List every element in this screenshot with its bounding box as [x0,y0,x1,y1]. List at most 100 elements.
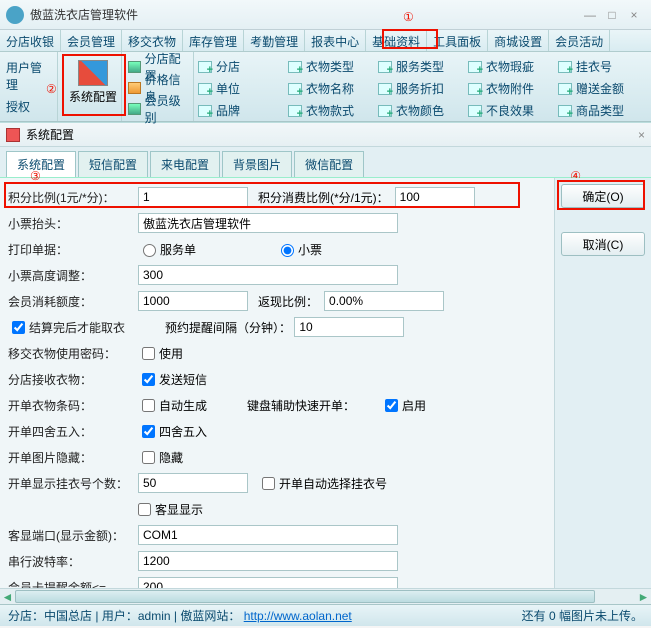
callout-2: ② [46,82,57,96]
menu-bar: 分店收银 会员管理 移交衣物 库存管理 考勤管理 报表中心 基础资料 工具面板 … [0,30,651,52]
tab-wechat-config[interactable]: 微信配置 [294,151,364,177]
menu-item[interactable]: 库存管理 [183,30,244,51]
config-icon [128,61,141,73]
ribbon-grid-item[interactable]: 品牌 [198,100,286,121]
barcode-checkbox[interactable] [142,399,155,412]
cardremind-label: 会员卡提醒余额<= [8,579,138,589]
baud-input[interactable] [138,551,398,571]
grid-icon [288,105,302,117]
settle-checkbox[interactable] [12,321,25,334]
print-radio-service[interactable] [143,244,156,257]
points-ratio-label: 积分比例(1元/*分)： [8,189,138,206]
tab-bg-image[interactable]: 背景图片 [222,151,292,177]
ribbon-grid-item[interactable]: 服务类型 [378,56,466,77]
grid-icon [468,105,482,117]
ribbon-side-label[interactable]: 用户管理 [6,59,51,93]
ribbon-grid-item[interactable]: 不良效果 [468,100,556,121]
status-site-label: 傲蓝网站： [180,607,240,624]
cancel-button[interactable]: 取消(C) [561,232,645,256]
ribbon-list: 分店配置 价格信息 会员级别 [122,52,194,121]
bigbtn-label: 系统配置 [69,88,117,105]
child-close-button[interactable]: × [638,128,645,142]
menu-item[interactable]: 工具面板 [427,30,488,51]
maximize-button[interactable]: □ [601,8,623,22]
cardremind-input[interactable] [138,577,398,588]
roshow-checkbox[interactable] [138,503,151,516]
status-branch: 中国总店 [44,607,92,624]
scroll-thumb[interactable] [15,590,595,603]
ribbon-side-label[interactable]: 授权 [6,98,51,115]
hangcount-input[interactable] [138,473,248,493]
ribbon-grid-item[interactable]: 衣物名称 [288,78,376,99]
ribbon-list-item[interactable]: 会员级别 [128,98,187,119]
ribbon-grid-item[interactable]: 商品类型 [558,100,646,121]
hideimg-checkbox[interactable] [142,451,155,464]
baud-label: 串行波特率： [8,553,138,570]
menu-item[interactable]: 会员活动 [549,30,610,51]
consume-quota-input[interactable] [138,291,248,311]
form-panel[interactable]: 积分比例(1元/*分)： 积分消费比例(*分/1元)： 小票抬头： 打印单据： … [0,178,555,588]
round-label: 开单四舍五入： [8,423,138,440]
ribbon-grid-item[interactable]: 分店 [198,56,286,77]
grid-icon [198,83,212,95]
reserve-input[interactable] [294,317,404,337]
scroll-left-arrow[interactable]: ◄ [0,589,15,604]
child-title: 系统配置 [26,126,74,143]
print-label: 打印单据： [8,241,138,258]
ribbon-grid-item[interactable]: 单位 [198,78,286,99]
callout-3: ③ [30,169,41,183]
horizontal-scrollbar[interactable]: ◄ ► [0,588,651,604]
menu-item[interactable]: 分店收银 [0,30,61,51]
grid-icon [378,105,392,117]
callout-1: ① [403,10,414,24]
scroll-right-arrow[interactable]: ► [636,589,651,604]
status-url[interactable]: http://www.aolan.net [244,609,352,623]
transfer-pwd-checkbox[interactable] [142,347,155,360]
ribbon-grid-item[interactable]: 衣物颜色 [378,100,466,121]
menu-item[interactable]: 考勤管理 [244,30,305,51]
ribbon-grid-item[interactable]: 衣物附件 [468,78,556,99]
settle-label: 结算完后才能取衣 [29,319,125,336]
ribbon-grid-item[interactable]: 赠送金额 [558,78,646,99]
ribbon-grid-item[interactable]: 挂衣号 [558,56,646,77]
menu-item[interactable]: 报表中心 [305,30,366,51]
receipt-height-input[interactable] [138,265,398,285]
system-config-button[interactable]: 系统配置 [64,60,122,105]
print-radio-receipt[interactable] [281,244,294,257]
side-buttons: 确定(O) 取消(C) [555,178,651,588]
points-ratio-input[interactable] [138,187,248,207]
ribbon-grid-item[interactable]: 服务折扣 [378,78,466,99]
round-checkbox[interactable] [142,425,155,438]
menu-item[interactable]: 移交衣物 [122,30,183,51]
rebate-input[interactable] [324,291,444,311]
minimize-button[interactable]: — [579,8,601,22]
grid-icon [468,61,482,73]
roport-input[interactable] [138,525,398,545]
tab-system-config[interactable]: 系统配置 [6,151,76,177]
grid-icon [198,105,212,117]
status-user-label: 用户： [102,607,138,624]
ribbon-grid-item[interactable]: 衣物瑕疵 [468,56,556,77]
reserve-label: 预约提醒间隔（分钟）： [165,319,291,336]
receipt-input[interactable] [138,213,398,233]
tab-sms-config[interactable]: 短信配置 [78,151,148,177]
tab-call-config[interactable]: 来电配置 [150,151,220,177]
menu-basic-data[interactable]: 基础资料 [366,30,427,51]
status-bar: 分店： 中国总店 | 用户： admin | 傲蓝网站： http://www.… [0,604,651,626]
ok-button[interactable]: 确定(O) [561,184,645,208]
menu-item[interactable]: 会员管理 [61,30,122,51]
branch-accept-label: 分店接收衣物： [8,371,138,388]
hangauto-checkbox[interactable] [262,477,275,490]
tab-strip: 系统配置 短信配置 来电配置 背景图片 微信配置 ③ ④ [0,147,651,178]
status-user: admin [138,609,171,623]
branch-accept-checkbox[interactable] [142,373,155,386]
keyboard-checkbox[interactable] [385,399,398,412]
receipt-height-label: 小票高度调整： [8,267,138,284]
ribbon-grid-item[interactable]: 衣物类型 [288,56,376,77]
points-consume-input[interactable] [395,187,475,207]
grid-icon [558,83,572,95]
menu-item[interactable]: 商城设置 [488,30,549,51]
ribbon-grid-item[interactable]: 衣物款式 [288,100,376,121]
app-title: 傲蓝洗衣店管理软件 [30,6,579,23]
close-button[interactable]: × [623,8,645,22]
